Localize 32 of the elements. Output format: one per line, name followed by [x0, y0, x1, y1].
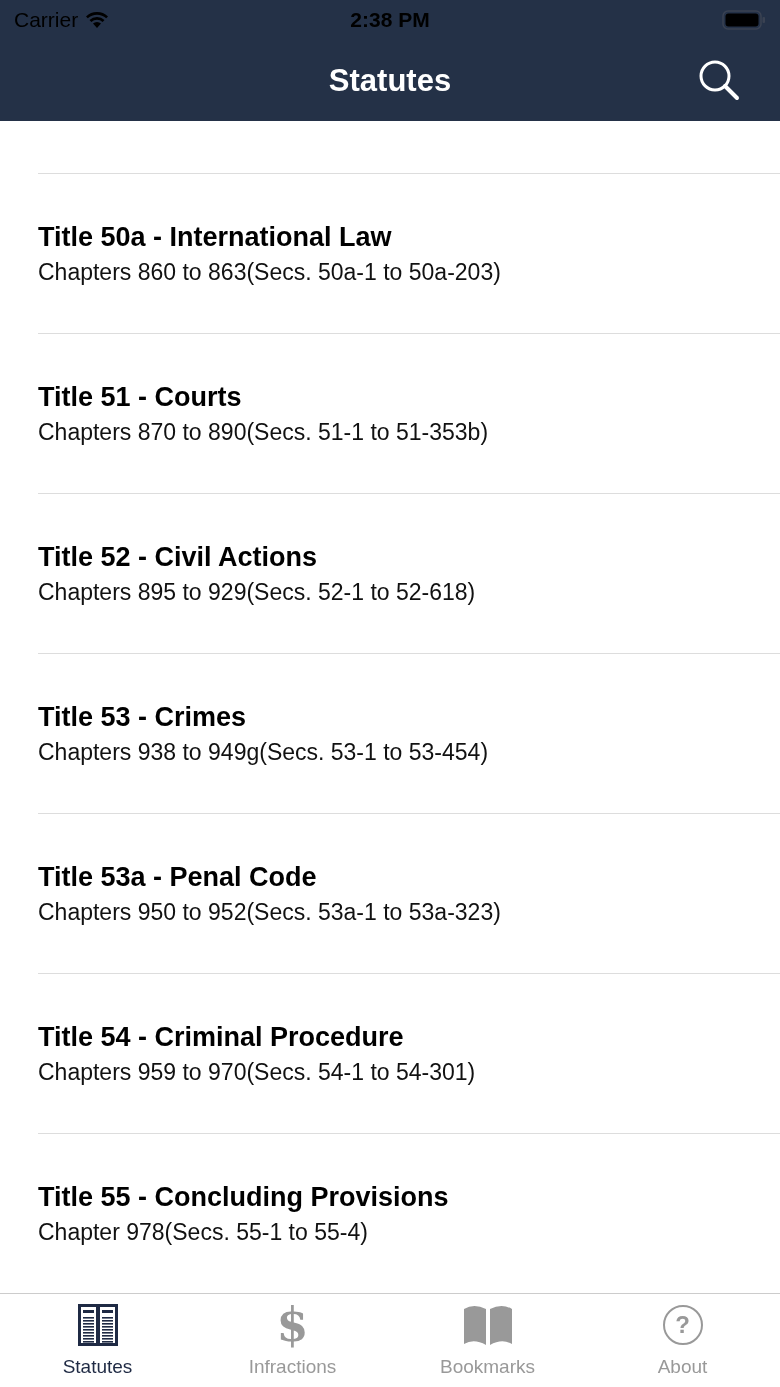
title-name: Title 50a - International Law	[38, 221, 392, 253]
title-name: Title 55 - Concluding Provisions	[38, 1181, 449, 1213]
title-row[interactable]: Title 53 - Crimes Chapters 938 to 949g(Secs. 53-1 to 53-454)	[38, 654, 780, 814]
tab[interactable]: Statutes	[0, 1294, 195, 1387]
title-row[interactable]: Title 54 - Criminal Procedure Chapters 959 to 970(Secs. 54-1 to 54-301)	[38, 974, 780, 1134]
carrier-name: Carrier	[14, 8, 79, 32]
title-row[interactable]: Title 53a - Penal Code Chapters 950 to 952(Secs. 53a-1 to 53a-323)	[38, 814, 780, 974]
title-row[interactable]: Title 52 - Civil Actions Chapters 895 to 929(Secs. 52-1 to 52-618)	[38, 494, 780, 654]
title-row[interactable]: Title 51 - Courts Chapters 870 to 890(Secs. 51-1 to 51-353b)	[38, 334, 780, 494]
help-icon: ?	[662, 1305, 703, 1345]
nav-title: Statutes	[328, 62, 452, 99]
battery-icon	[722, 10, 766, 30]
title-chapters: Chapters 870 to 890(Secs. 51-1 to 51-353b)	[38, 418, 489, 446]
title-chapters: Chapters 895 to 929(Secs. 52-1 to 52-618)	[38, 578, 476, 606]
title-chapters: Chapter 978(Secs. 55-1 to 55-4)	[38, 1218, 368, 1246]
title-row[interactable]: Title 50a - International Law Chapters 860 to 863(Secs. 50a-1 to 50a-203)	[38, 174, 780, 334]
books-icon	[77, 1304, 118, 1346]
title-chapters: Chapters 938 to 949g(Secs. 53-1 to 53-454)	[38, 738, 489, 766]
wifi-icon	[86, 12, 109, 28]
book-icon	[461, 1305, 514, 1345]
title-name: Title 53a - Penal Code	[38, 861, 317, 893]
status-time: 2:38 PM	[350, 8, 430, 32]
title-chapters: Chapters 950 to 952(Secs. 53a-1 to 53a-323)	[38, 898, 501, 926]
title-name: Title 51 - Courts	[38, 381, 242, 413]
dollar-icon: $	[276, 1302, 309, 1348]
title-chapters: Chapters 860 to 863(Secs. 50a-1 to 50a-203)	[38, 258, 501, 286]
title-row[interactable]: Title 55 - Concluding Provisions Chapter 978(Secs. 55-1 to 55-4)	[38, 1134, 780, 1293]
search-icon[interactable]	[698, 59, 740, 101]
title-name: Title 54 - Criminal Procedure	[38, 1021, 404, 1053]
title-chapters: Chapters 959 to 970(Secs. 54-1 to 54-301)	[38, 1058, 476, 1086]
title-name: Title 53 - Crimes	[38, 701, 247, 733]
title-name: Title 52 - Civil Actions	[38, 541, 318, 573]
